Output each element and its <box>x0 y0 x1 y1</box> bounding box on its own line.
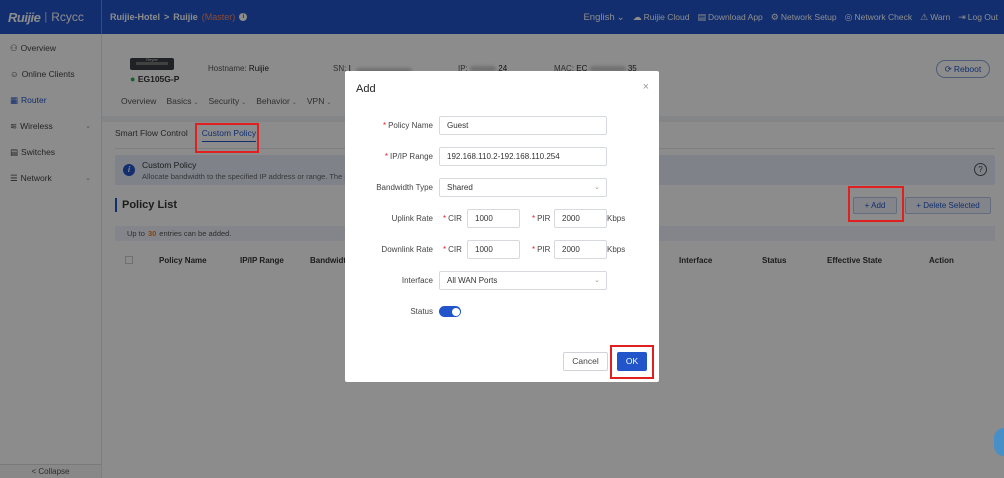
uplink-pir-label: * PIR <box>532 214 550 223</box>
uplink-rate-label: Uplink Rate <box>391 214 433 223</box>
status-label: Status <box>410 307 433 316</box>
highlight-ok-button <box>610 345 654 379</box>
ip-range-row: * IP/IP Range 192.168.110.2-192.168.110.2… <box>345 147 659 167</box>
chevron-down-icon: ⌄ <box>594 277 600 284</box>
label-text: CIR <box>448 245 462 254</box>
cancel-button[interactable]: Cancel <box>563 352 608 371</box>
floating-assistant-icon[interactable] <box>994 428 1004 456</box>
label-text: IP/IP Range <box>390 152 433 161</box>
interface-select[interactable]: All WAN Ports ⌄ <box>439 271 607 290</box>
label-text: CIR <box>448 214 462 223</box>
bandwidth-type-row: Bandwidth Type Shared ⌄ <box>345 178 659 198</box>
downlink-cir-label: * CIR <box>443 245 462 254</box>
downlink-pir-input[interactable]: 2000 <box>554 240 607 259</box>
required-mark: * <box>443 214 447 223</box>
bandwidth-type-label: Bandwidth Type <box>376 183 433 192</box>
highlight-add-button <box>848 186 904 222</box>
downlink-rate-row: Downlink Rate * CIR 1000 * PIR 2000 Kbps <box>345 240 659 260</box>
highlight-custom-policy-tab <box>195 123 259 153</box>
downlink-pir-label: * PIR <box>532 245 550 254</box>
required-mark: * <box>532 245 536 254</box>
required-mark: * <box>382 121 387 130</box>
interface-label: Interface <box>401 276 433 285</box>
uplink-cir-input[interactable]: 1000 <box>467 209 520 228</box>
dialog-title: Add <box>356 83 376 95</box>
add-policy-dialog: Add × * Policy Name Guest * IP/IP Range 19… <box>345 71 659 382</box>
status-row: Status <box>345 302 659 322</box>
chevron-down-icon: ⌄ <box>594 184 600 191</box>
label-text: PIR <box>537 245 551 254</box>
bandwidth-type-select[interactable]: Shared ⌄ <box>439 178 607 197</box>
status-toggle[interactable] <box>439 306 461 317</box>
interface-row: Interface All WAN Ports ⌄ <box>345 271 659 291</box>
required-mark: * <box>384 152 388 161</box>
ip-range-label: * IP/IP Range <box>385 152 433 161</box>
policy-name-row: * Policy Name Guest <box>345 116 659 136</box>
uplink-cir-label: * CIR <box>443 214 462 223</box>
uplink-pir-input[interactable]: 2000 <box>554 209 607 228</box>
downlink-rate-label: Downlink Rate <box>381 245 433 254</box>
policy-name-label: * Policy Name <box>383 121 433 130</box>
required-mark: * <box>532 214 536 223</box>
label-text: Policy Name <box>388 121 433 130</box>
interface-value: All WAN Ports <box>447 276 498 285</box>
required-mark: * <box>443 245 447 254</box>
policy-name-input[interactable]: Guest <box>439 116 607 135</box>
downlink-cir-input[interactable]: 1000 <box>467 240 520 259</box>
ip-range-input[interactable]: 192.168.110.2-192.168.110.254 <box>439 147 607 166</box>
uplink-unit: Kbps <box>607 214 626 223</box>
bandwidth-type-value: Shared <box>447 183 473 192</box>
label-text: PIR <box>537 214 551 223</box>
close-icon[interactable]: × <box>643 81 649 93</box>
uplink-rate-row: Uplink Rate * CIR 1000 * PIR 2000 Kbps <box>345 209 659 229</box>
downlink-unit: Kbps <box>607 245 626 254</box>
